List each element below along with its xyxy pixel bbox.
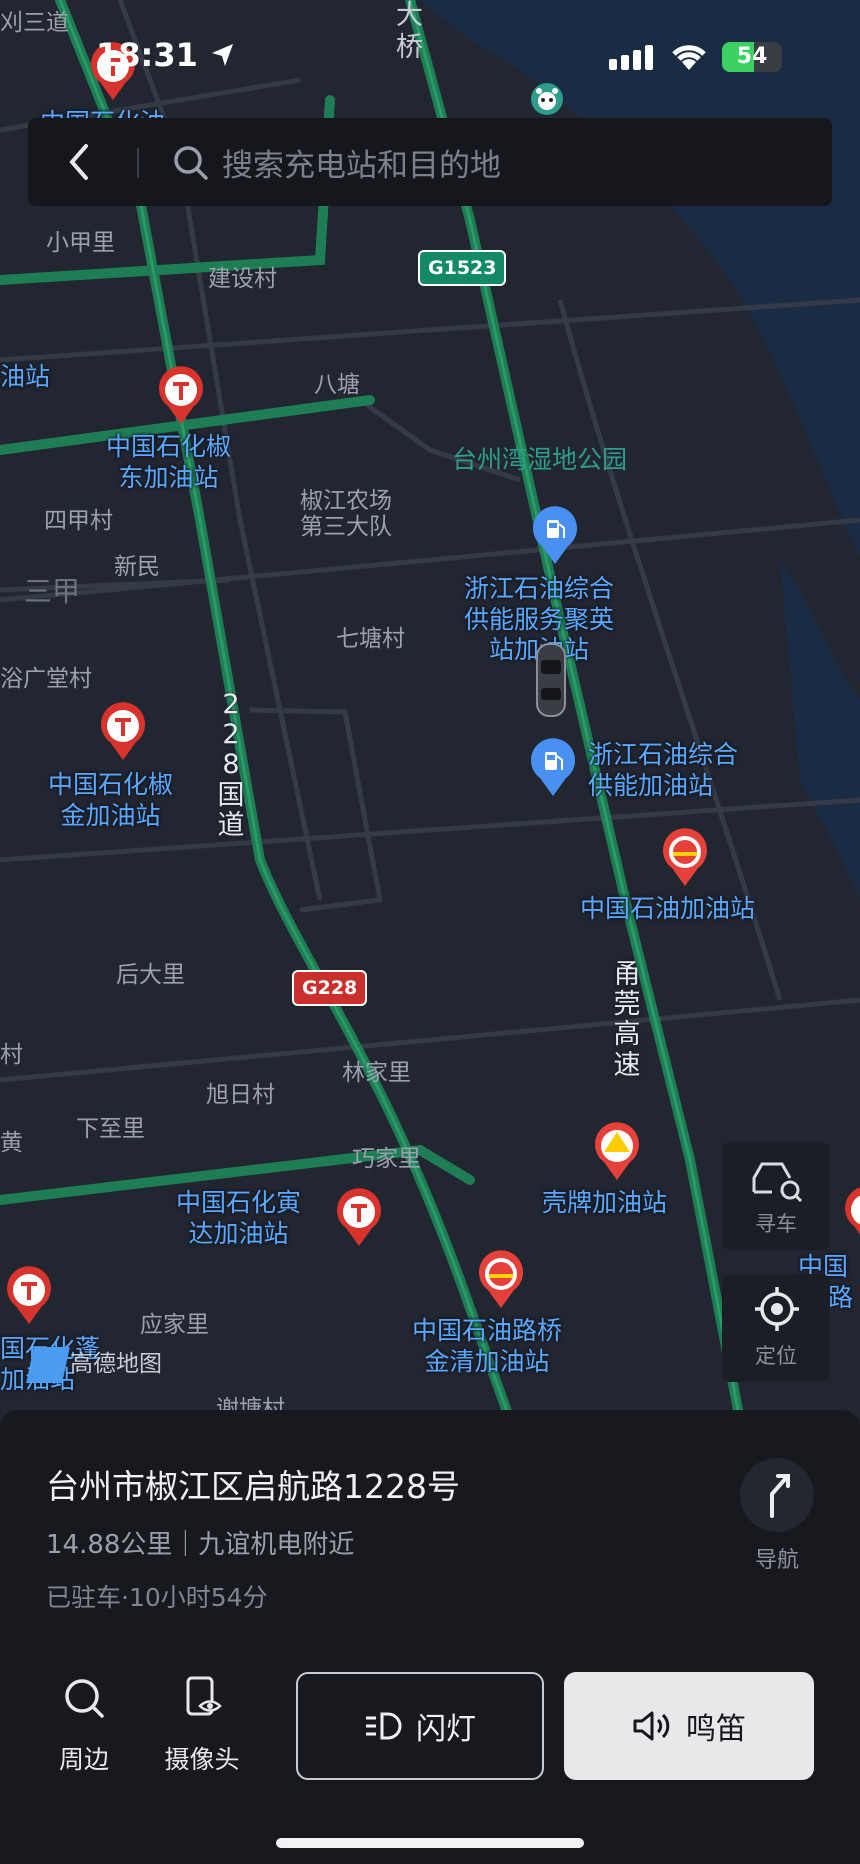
nearby-label: 周边 (58, 1745, 109, 1774)
cellular-signal-icon (609, 45, 653, 70)
place-label: 四甲村 (44, 508, 113, 534)
place-label: 椒江农场 (300, 488, 392, 514)
headlight-icon (366, 1712, 402, 1740)
nearby-search-icon (65, 1679, 104, 1718)
locate-button[interactable]: 定位 (722, 1274, 830, 1382)
place-label: 村 (0, 1042, 23, 1068)
g1523-shield: G1523 (418, 250, 507, 286)
place-label: 下至里 (76, 1116, 145, 1142)
car-icon[interactable] (534, 642, 568, 718)
phone-camera-icon (186, 1676, 222, 1716)
horn-button[interactable]: 鸣笛 (564, 1672, 814, 1780)
poi-label-petrochina[interactable]: 中国石油加油站 (580, 894, 755, 925)
back-chevron-icon[interactable] (64, 142, 94, 182)
petrochina-pin-icon[interactable] (660, 828, 710, 888)
car-search-icon (752, 1162, 803, 1202)
horn-label: 鸣笛 (686, 1712, 746, 1747)
shell-pin-icon[interactable] (592, 1122, 642, 1182)
place-label: 新民 (114, 554, 160, 580)
home-indicator[interactable] (276, 1838, 584, 1848)
poi-label: 油站 (0, 362, 51, 391)
crosshair-icon (755, 1287, 799, 1331)
flash-label: 闪灯 (416, 1712, 476, 1747)
sinopec-pin-icon[interactable] (156, 366, 206, 426)
amap-watermark: 高德地图 (26, 1344, 162, 1383)
navigate-label: 导航 (754, 1548, 799, 1573)
place-label: 浴广堂村 (0, 666, 92, 692)
camera-label: 摄像头 (164, 1745, 240, 1774)
poi-label-petrochina-luqiao[interactable]: 中国石油路桥 金清加油站 (412, 1316, 562, 1377)
place-label: 黄 (0, 1130, 23, 1156)
sinopec-pin-icon[interactable] (334, 1188, 384, 1248)
place-label: 八塘 (314, 372, 360, 398)
search-input[interactable]: 搜索充电站和目的地 (222, 140, 501, 185)
speaker-icon (633, 1711, 670, 1741)
battery-icon: 54 (722, 42, 782, 72)
poi-label-sinopec-jiaodong[interactable]: 中国石化椒 东加油站 (106, 432, 231, 493)
poi-label-zhejiang-gongneng[interactable]: 浙江石油综合 供能加油站 (588, 740, 738, 801)
distance-text: 14.88公里｜九谊机电附近 (46, 1530, 355, 1560)
camera-button[interactable]: 摄像头 (156, 1676, 248, 1776)
place-label: 林家里 (342, 1060, 411, 1086)
find-car-label: 寻车 (755, 1212, 797, 1236)
park-label: 台州湾湿地公园 (452, 445, 628, 474)
sinopec-pin-icon[interactable] (98, 702, 148, 762)
place-label: 后大里 (116, 962, 185, 988)
search-icon (174, 146, 208, 180)
place-label: 七塘村 (336, 626, 405, 652)
place-label: 小甲里 (46, 230, 115, 256)
place-label: 旭日村 (206, 1082, 275, 1108)
locate-label: 定位 (755, 1344, 797, 1368)
battery-level: 54 (736, 44, 768, 69)
status-time: 18:31 (96, 36, 237, 74)
poi-label-sinopec-jiaojin[interactable]: 中国石化椒 金加油站 (48, 770, 173, 831)
place-label: 应家里 (140, 1312, 209, 1338)
address-title: 台州市椒江区启航路1228号 (46, 1467, 460, 1506)
poi-label-sinopec-yinda[interactable]: 中国石化寅 达加油站 (176, 1188, 301, 1249)
nearby-button[interactable]: 周边 (44, 1676, 124, 1776)
fuel-pin-icon[interactable] (528, 738, 578, 798)
status-bar: 18:31 54 (0, 0, 860, 110)
divider (137, 148, 139, 178)
navigate-button[interactable] (740, 1458, 814, 1532)
place-label: 巧家里 (352, 1146, 421, 1172)
g228-shield: G228 (292, 970, 368, 1006)
navigate-arrow-icon (770, 1474, 790, 1518)
sinopec-pin-icon[interactable] (842, 1186, 860, 1246)
place-label: 三甲 (24, 575, 81, 608)
flash-lights-button[interactable]: 闪灯 (296, 1672, 544, 1780)
fuel-pin-icon[interactable] (530, 506, 580, 566)
sinopec-pin-icon[interactable] (4, 1266, 54, 1326)
wifi-icon (672, 45, 706, 70)
road-label-g228: 228国道 (217, 689, 245, 841)
parked-status: 已驻车·10小时54分 (46, 1583, 268, 1612)
poi-label-shell[interactable]: 壳牌加油站 (542, 1188, 667, 1219)
location-arrow-icon (212, 44, 233, 66)
petrochina-pin-icon[interactable] (476, 1250, 526, 1310)
find-car-button[interactable]: 寻车 (722, 1142, 830, 1250)
road-label-yonggan: 甬莞高速 (613, 959, 641, 1081)
place-label: 建设村 (208, 266, 277, 292)
place-label: 第三大队 (300, 514, 392, 540)
